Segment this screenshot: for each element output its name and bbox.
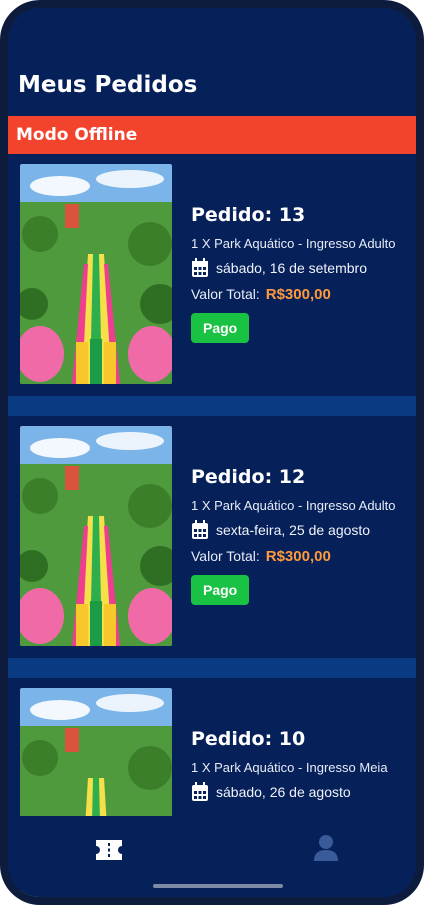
total-label: Valor Total: [191, 548, 260, 564]
total-label: Valor Total: [191, 286, 260, 302]
order-info: Pedido: 12 1 X Park Aquático - Ingresso … [191, 466, 411, 605]
order-date-row: sábado, 16 de setembro [191, 258, 411, 278]
order-product: 1 X Park Aquático - Ingresso Adulto [191, 498, 396, 513]
order-total-row: Valor Total: R$300,00 [191, 286, 411, 303]
order-title: Pedido: 13 [191, 204, 306, 226]
order-info: Pedido: 10 1 X Park Aquático - Ingresso … [191, 728, 411, 802]
order-date: sábado, 26 de agosto [216, 784, 351, 800]
app-screen: Meus Pedidos Modo Offline Pedido: 13 1 X… [8, 8, 416, 897]
order-date-row: sábado, 26 de agosto [191, 782, 411, 802]
user-icon[interactable] [313, 834, 339, 862]
order-title: Pedido: 12 [191, 466, 306, 488]
park-image [20, 426, 172, 646]
divider [8, 396, 416, 416]
order-title: Pedido: 10 [191, 728, 306, 750]
order-total: R$300,00 [265, 548, 331, 565]
page-title: Meus Pedidos [18, 72, 198, 98]
order-date-row: sexta-feira, 25 de agosto [191, 520, 411, 540]
order-card[interactable]: Pedido: 12 1 X Park Aquático - Ingresso … [8, 416, 416, 658]
phone-frame: Meus Pedidos Modo Offline Pedido: 13 1 X… [0, 0, 424, 905]
bottom-nav [8, 816, 416, 897]
order-card[interactable]: Pedido: 13 1 X Park Aquático - Ingresso … [8, 154, 416, 396]
calendar-icon [192, 258, 208, 277]
park-image [20, 164, 172, 384]
orders-list: Pedido: 13 1 X Park Aquático - Ingresso … [8, 154, 416, 897]
divider [8, 658, 416, 678]
ticket-icon[interactable] [94, 838, 124, 862]
order-info: Pedido: 13 1 X Park Aquático - Ingresso … [191, 204, 411, 343]
status-badge: Pago [191, 313, 250, 343]
offline-banner: Modo Offline [8, 116, 416, 154]
calendar-icon [192, 520, 208, 539]
order-date: sexta-feira, 25 de agosto [216, 522, 371, 538]
order-product: 1 X Park Aquático - Ingresso Meia [191, 760, 388, 775]
order-product: 1 X Park Aquático - Ingresso Adulto [191, 236, 396, 251]
order-total: R$300,00 [265, 286, 331, 303]
home-indicator [153, 884, 283, 888]
calendar-icon [192, 782, 208, 801]
status-badge: Pago [191, 575, 250, 605]
order-date: sábado, 16 de setembro [216, 260, 367, 276]
order-total-row: Valor Total: R$300,00 [191, 548, 411, 565]
